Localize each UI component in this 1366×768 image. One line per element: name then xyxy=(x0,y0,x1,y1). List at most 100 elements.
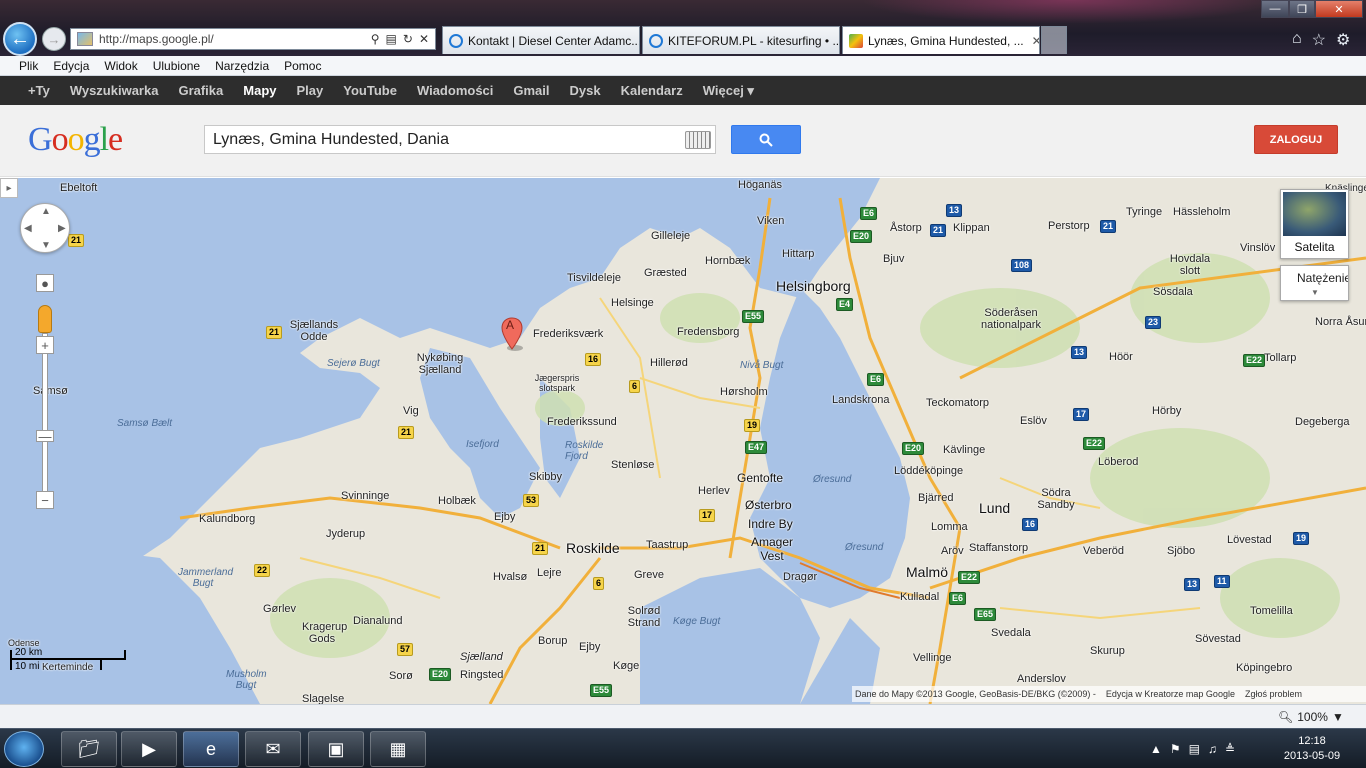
gbar-maps[interactable]: Mapy xyxy=(243,83,276,98)
place-label[interactable]: Teckomatorp xyxy=(926,397,989,409)
zoom-level[interactable]: 🔍︎ 100% ▼ xyxy=(1278,710,1344,724)
place-label[interactable]: Sjöbo xyxy=(1167,545,1195,557)
place-label[interactable]: Frederiksværk xyxy=(533,328,603,340)
place-label[interactable]: Degeberga xyxy=(1295,416,1349,428)
place-label[interactable]: Söderåsen nationalpark xyxy=(978,307,1044,331)
tray-expand-icon[interactable]: ▲ xyxy=(1150,742,1162,756)
tab-diesel-center[interactable]: Kontakt | Diesel Center Adamc... xyxy=(442,26,640,54)
place-label[interactable]: Hovdala slott xyxy=(1165,253,1215,277)
place-label[interactable]: Tollarp xyxy=(1264,352,1296,364)
water-label[interactable]: Øresund xyxy=(845,542,883,553)
place-label[interactable]: Sjællands Odde xyxy=(288,319,340,343)
gbar-play[interactable]: Play xyxy=(297,83,324,98)
place-label[interactable]: Norra Åsum xyxy=(1315,316,1366,328)
place-label[interactable]: Lejre xyxy=(537,567,561,579)
place-label[interactable]: Slagelse xyxy=(302,693,344,704)
gbar-gmail[interactable]: Gmail xyxy=(513,83,549,98)
place-label[interactable]: Helsingborg xyxy=(776,278,851,294)
refresh-icon[interactable]: ↻ xyxy=(403,32,413,46)
place-label[interactable]: Tomelilla xyxy=(1250,605,1293,617)
place-label[interactable]: Svinninge xyxy=(341,490,389,502)
place-label[interactable]: Lövestad xyxy=(1227,534,1272,546)
flag-icon[interactable]: ⚑ xyxy=(1170,742,1181,756)
google-logo[interactable]: Google xyxy=(28,121,123,159)
explorer-taskbar-icon[interactable]: 📁︎ xyxy=(61,731,117,767)
forward-button[interactable]: → xyxy=(42,27,66,51)
place-label[interactable]: Gentofte xyxy=(737,471,783,485)
place-label[interactable]: Lomma xyxy=(931,521,968,533)
water-label[interactable]: Nivå Bugt xyxy=(740,360,783,371)
place-label[interactable]: Borup xyxy=(538,635,567,647)
place-label[interactable]: Samsø xyxy=(33,385,68,397)
gbar-calendar[interactable]: Kalendarz xyxy=(621,83,683,98)
pan-down-icon[interactable]: ▼ xyxy=(41,240,51,251)
place-label[interactable]: Frederikssund xyxy=(547,416,617,428)
address-bar[interactable]: http://maps.google.pl/ ⚲ ▤ ↻ ✕ xyxy=(70,28,436,50)
place-label[interactable]: Amager Vest xyxy=(750,535,794,563)
place-label[interactable]: Ejby xyxy=(494,511,515,523)
place-label[interactable]: Skurup xyxy=(1090,645,1125,657)
minimize-button[interactable]: — xyxy=(1261,0,1289,18)
place-label[interactable]: Kalundborg xyxy=(199,513,255,525)
menu-tools[interactable]: Narzędzia xyxy=(215,59,269,73)
place-label[interactable]: Hässleholm xyxy=(1173,206,1230,218)
place-label[interactable]: Gilleleje xyxy=(651,230,690,242)
media-player-taskbar-icon[interactable]: ▶ xyxy=(121,731,177,767)
pan-left-icon[interactable]: ◀ xyxy=(24,223,32,234)
place-label[interactable]: Stenløse xyxy=(611,459,654,471)
water-label[interactable]: Musholm Bugt xyxy=(226,669,267,691)
place-label[interactable]: Ejby xyxy=(579,641,600,653)
place-label[interactable]: Löberod xyxy=(1098,456,1138,468)
back-button[interactable]: ← xyxy=(3,22,37,56)
close-window-button[interactable]: ✕ xyxy=(1315,0,1363,18)
clock[interactable]: 12:18 2013-05-09 xyxy=(1272,734,1352,764)
place-label[interactable]: Aröv xyxy=(941,545,964,557)
place-label[interactable]: Solrød Strand xyxy=(624,605,664,629)
place-label[interactable]: Hvalsø xyxy=(493,571,527,583)
new-tab-button[interactable] xyxy=(1041,26,1067,54)
water-label[interactable]: Sejerø Bugt xyxy=(327,358,380,369)
start-button[interactable] xyxy=(4,731,44,767)
place-label[interactable]: Holbæk xyxy=(438,495,476,507)
report-problem-link[interactable]: Zgłoś problem xyxy=(1245,689,1302,699)
pan-control[interactable]: ▲ ▼ ◀ ▶ xyxy=(20,203,70,253)
toggle-sidebar-button[interactable]: ▸ xyxy=(0,178,18,198)
place-label[interactable]: Ringsted xyxy=(460,669,503,681)
menu-file[interactable]: Plik xyxy=(19,59,38,73)
place-label[interactable]: Jyderup xyxy=(326,528,365,540)
place-label[interactable]: Bjärred xyxy=(918,492,953,504)
search-input[interactable]: Lynæs, Gmina Hundested, Dania xyxy=(204,125,716,154)
place-label[interactable]: Köpingebro xyxy=(1236,662,1292,674)
place-label[interactable]: Herlev xyxy=(698,485,730,497)
place-label[interactable]: Sösdala xyxy=(1153,286,1193,298)
wifi-icon[interactable]: ≜ xyxy=(1225,742,1235,756)
traffic-layer-button[interactable]: Natężenie ▼ xyxy=(1280,265,1349,301)
ie-taskbar-icon[interactable]: e xyxy=(183,731,239,767)
gbar-plus[interactable]: +Ty xyxy=(28,83,50,98)
place-label[interactable]: Indre By xyxy=(748,517,793,531)
place-label[interactable]: Græsted xyxy=(644,267,687,279)
maximize-button[interactable]: ❐ xyxy=(1289,0,1315,18)
place-label[interactable]: Anderslov xyxy=(1017,673,1066,685)
water-label[interactable]: Roskilde Fjord xyxy=(565,440,603,462)
water-label[interactable]: Køge Bugt xyxy=(673,616,720,627)
place-label[interactable]: Hørsholm xyxy=(720,386,768,398)
tab-google-maps[interactable]: Lynæs, Gmina Hundested, ... ✕ xyxy=(842,26,1040,54)
place-label[interactable]: Ebeltoft xyxy=(60,182,97,194)
place-label[interactable]: Kragerup Gods xyxy=(302,621,347,645)
gbar-more[interactable]: Więcej ▾ xyxy=(703,83,754,99)
remote-desktop-taskbar-icon[interactable]: ▣ xyxy=(308,731,364,767)
place-label[interactable]: Hittarp xyxy=(782,248,814,260)
image-viewer-taskbar-icon[interactable]: ▦ xyxy=(370,731,426,767)
place-label[interactable]: Höör xyxy=(1109,351,1133,363)
place-label[interactable]: Køge xyxy=(613,660,639,672)
place-label[interactable]: Malmö xyxy=(906,564,948,580)
stop-icon[interactable]: ✕ xyxy=(419,32,429,46)
place-label[interactable]: Veberöd xyxy=(1083,545,1124,557)
place-label[interactable]: Eslöv xyxy=(1020,415,1047,427)
menu-favorites[interactable]: Ulubione xyxy=(153,59,200,73)
place-label[interactable]: Klippan xyxy=(953,222,990,234)
satellite-toggle[interactable]: Satelita xyxy=(1280,189,1349,259)
edit-in-mapmaker-link[interactable]: Edycja w Kreatorze map Google xyxy=(1106,689,1235,699)
zoom-in-button[interactable]: + xyxy=(36,336,54,354)
